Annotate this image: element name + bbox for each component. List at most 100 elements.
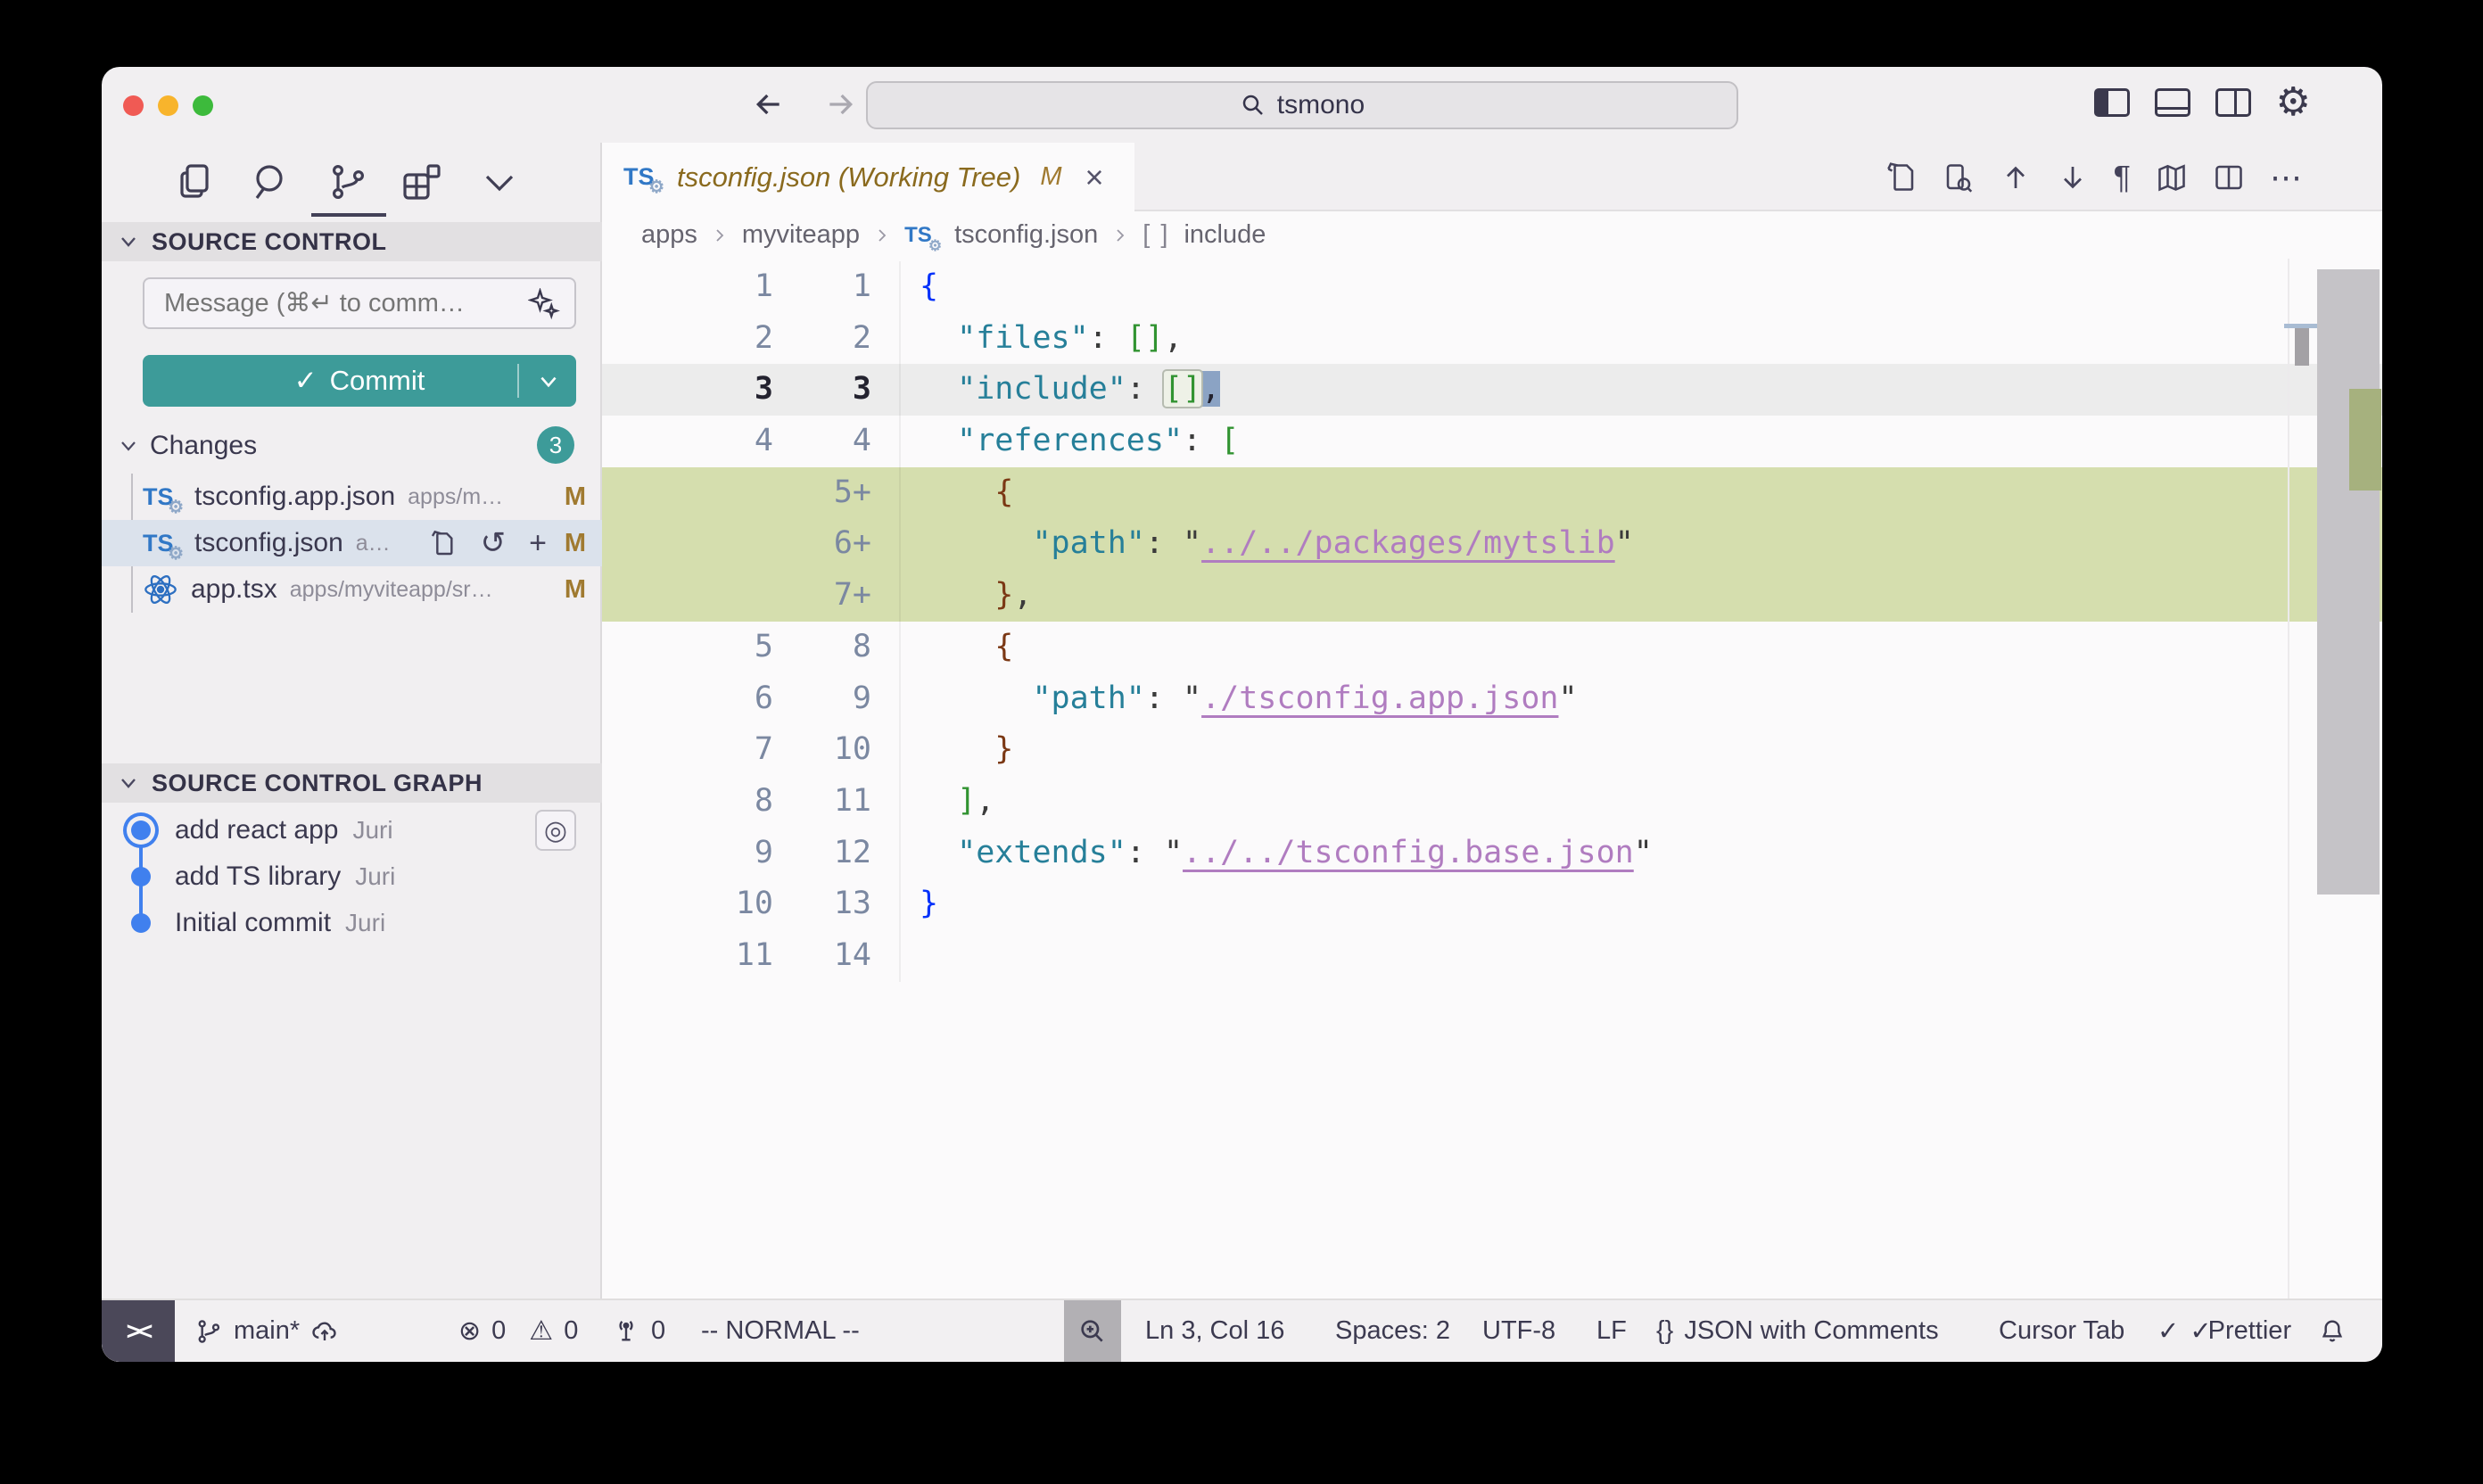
code-line[interactable]: 69 "path": "./tsconfig.app.json" [602,673,2382,725]
next-change-icon[interactable] [2057,161,2089,194]
publish-cloud-icon[interactable] [310,1317,339,1346]
gutter-modified-line-number: 14 [773,930,879,982]
zoom-indicator[interactable] [1064,1300,1121,1362]
toggle-panel-icon[interactable] [2155,88,2190,117]
close-window-button[interactable] [123,95,144,116]
gutter-original-line-number: 5 [602,622,773,673]
code-line[interactable]: 811 ], [602,776,2382,828]
active-view-underline [311,213,386,217]
vertical-scrollbar[interactable] [2317,269,2380,895]
gutter-modified-line-number: 10 [773,724,879,776]
source-control-header[interactable]: SOURCE CONTROL [102,222,602,261]
breadcrumb-file[interactable]: tsconfig.json [954,220,1098,250]
open-changes-icon[interactable] [1885,161,1918,194]
breadcrumb-symbol-include[interactable]: include [1184,220,1266,250]
commit-row[interactable]: add TS library Juri [102,853,602,900]
sparkle-ai-icon[interactable] [528,288,560,320]
commit-button[interactable]: ✓ Commit [143,355,576,407]
search-icon [1240,92,1266,119]
minimize-window-button[interactable] [158,95,178,116]
code-line[interactable]: 22 "files": [], [602,313,2382,365]
problems-indicator[interactable]: ⊗ 0 ⚠ 0 [458,1300,578,1362]
code-line[interactable]: 1013} [602,878,2382,930]
tab-tsconfig-json-working-tree[interactable]: TS⚙ tsconfig.json (Working Tree) M × [602,143,1134,211]
indentation-indicator[interactable]: Spaces: 2 [1335,1300,1450,1362]
extensions-icon[interactable] [400,161,442,203]
forward-arrow-icon[interactable] [822,87,858,122]
explorer-icon[interactable] [173,161,216,203]
command-center-search[interactable]: tsmono [866,81,1738,129]
cursor-position-indicator[interactable]: Ln 3, Col 16 [1145,1300,1284,1362]
branch-indicator[interactable]: main* [194,1300,339,1362]
remote-icon: >< [127,1317,151,1346]
braces-icon: {} [1656,1316,1673,1346]
discard-changes-icon[interactable]: ↺ [481,529,507,557]
gutter-original-line-number: 2 [602,313,773,365]
array-symbol-icon: [ ] [1143,220,1169,250]
code-line[interactable]: 912 "extends": "../../tsconfig.base.json… [602,828,2382,879]
commit-message-input[interactable] [143,277,576,329]
breadcrumb-apps[interactable]: apps [641,220,697,250]
more-actions-icon[interactable]: ⋯ [2270,161,2302,194]
code-line[interactable]: 11{ [602,261,2382,313]
code-line[interactable]: 33 "include": [], [602,364,2382,416]
search-icon[interactable] [250,161,293,203]
formatter-indicator[interactable]: ✓ ✓ Prettier [2157,1300,2291,1362]
breadcrumb: apps myviteapp TS⚙ tsconfig.json [ ] inc… [602,211,2382,259]
chevron-down-icon[interactable] [478,161,521,203]
status-bar: >< main* ⊗ 0 ⚠ 0 0 -- NORMAL -- [102,1298,2382,1362]
remote-indicator[interactable]: >< [102,1300,175,1362]
changes-title: Changes [150,431,257,461]
eol-indicator[interactable]: LF [1596,1300,1627,1362]
traffic-lights [123,95,213,116]
bell-icon [2318,1317,2347,1346]
code-line[interactable]: 710 } [602,724,2382,776]
gutter-modified-line-number: 3 [773,364,879,416]
ports-indicator[interactable]: 0 [612,1300,665,1362]
breadcrumb-myviteapp[interactable]: myviteapp [742,220,860,250]
typescript-file-icon: TS⚙ [143,483,182,511]
cursor-tab-indicator[interactable]: Cursor Tab [1999,1300,2124,1362]
gutter-original-line-number: 10 [602,878,773,930]
broadcast-tower-icon [612,1317,640,1346]
notifications-indicator[interactable] [2318,1300,2347,1362]
previous-change-icon[interactable] [2000,161,2032,194]
goto-current-commit-button[interactable]: ◎ [535,810,576,851]
code-line[interactable]: 5+ { [602,467,2382,519]
gutter-original-line-number [602,518,773,570]
code-line[interactable]: 58 { [602,622,2382,673]
commit-dropdown-chevron-icon[interactable] [537,370,560,393]
commit-row[interactable]: Initial commit Juri [102,900,602,946]
encoding-indicator[interactable]: UTF-8 [1482,1300,1555,1362]
code-line[interactable]: 44 "references": [ [602,416,2382,467]
close-tab-icon[interactable]: × [1085,159,1104,196]
toggle-secondary-sidebar-icon[interactable] [2215,88,2251,117]
source-control-title: SOURCE CONTROL [152,228,387,256]
source-control-graph-header[interactable]: SOURCE CONTROL GRAPH [102,763,602,803]
maximize-window-button[interactable] [193,95,213,116]
changes-section-header[interactable]: Changes 3 [102,423,602,469]
inline-view-icon[interactable] [1943,161,1975,194]
vim-mode-indicator[interactable]: -- NORMAL -- [701,1300,860,1362]
language-mode-indicator[interactable]: {} JSON with Comments [1656,1300,1939,1362]
code-text: ], [899,776,994,828]
vscode-window: tsmono ⚙ [102,67,2382,1362]
commit-row[interactable]: add react app Juri ◎ [102,807,602,853]
stage-changes-icon[interactable]: + [529,529,547,557]
settings-gear-icon[interactable]: ⚙ [2276,88,2311,117]
gutter-modified-line-number: 7+ [773,570,879,622]
open-file-icon[interactable] [429,529,458,557]
file-row-tsconfig-app-json[interactable]: TS⚙ tsconfig.app.json apps/m… M [102,474,602,520]
code-line[interactable]: 6+ "path": "../../packages/mytslib" [602,518,2382,570]
warning-count: 0 [564,1316,578,1346]
split-editor-icon[interactable] [2213,161,2245,194]
toggle-primary-sidebar-icon[interactable] [2094,88,2130,117]
toggle-whitespace-icon[interactable]: ¶ [2114,161,2131,194]
code-line[interactable]: 7+ }, [602,570,2382,622]
map-icon[interactable] [2156,161,2188,194]
file-row-app-tsx[interactable]: app.tsx apps/myviteapp/sr… M [102,566,602,613]
code-line[interactable]: 1114 [602,930,2382,982]
source-control-icon[interactable] [326,161,369,203]
back-arrow-icon[interactable] [751,87,787,122]
file-row-tsconfig-json[interactable]: TS⚙ tsconfig.json a… ↺ + M [102,520,602,566]
